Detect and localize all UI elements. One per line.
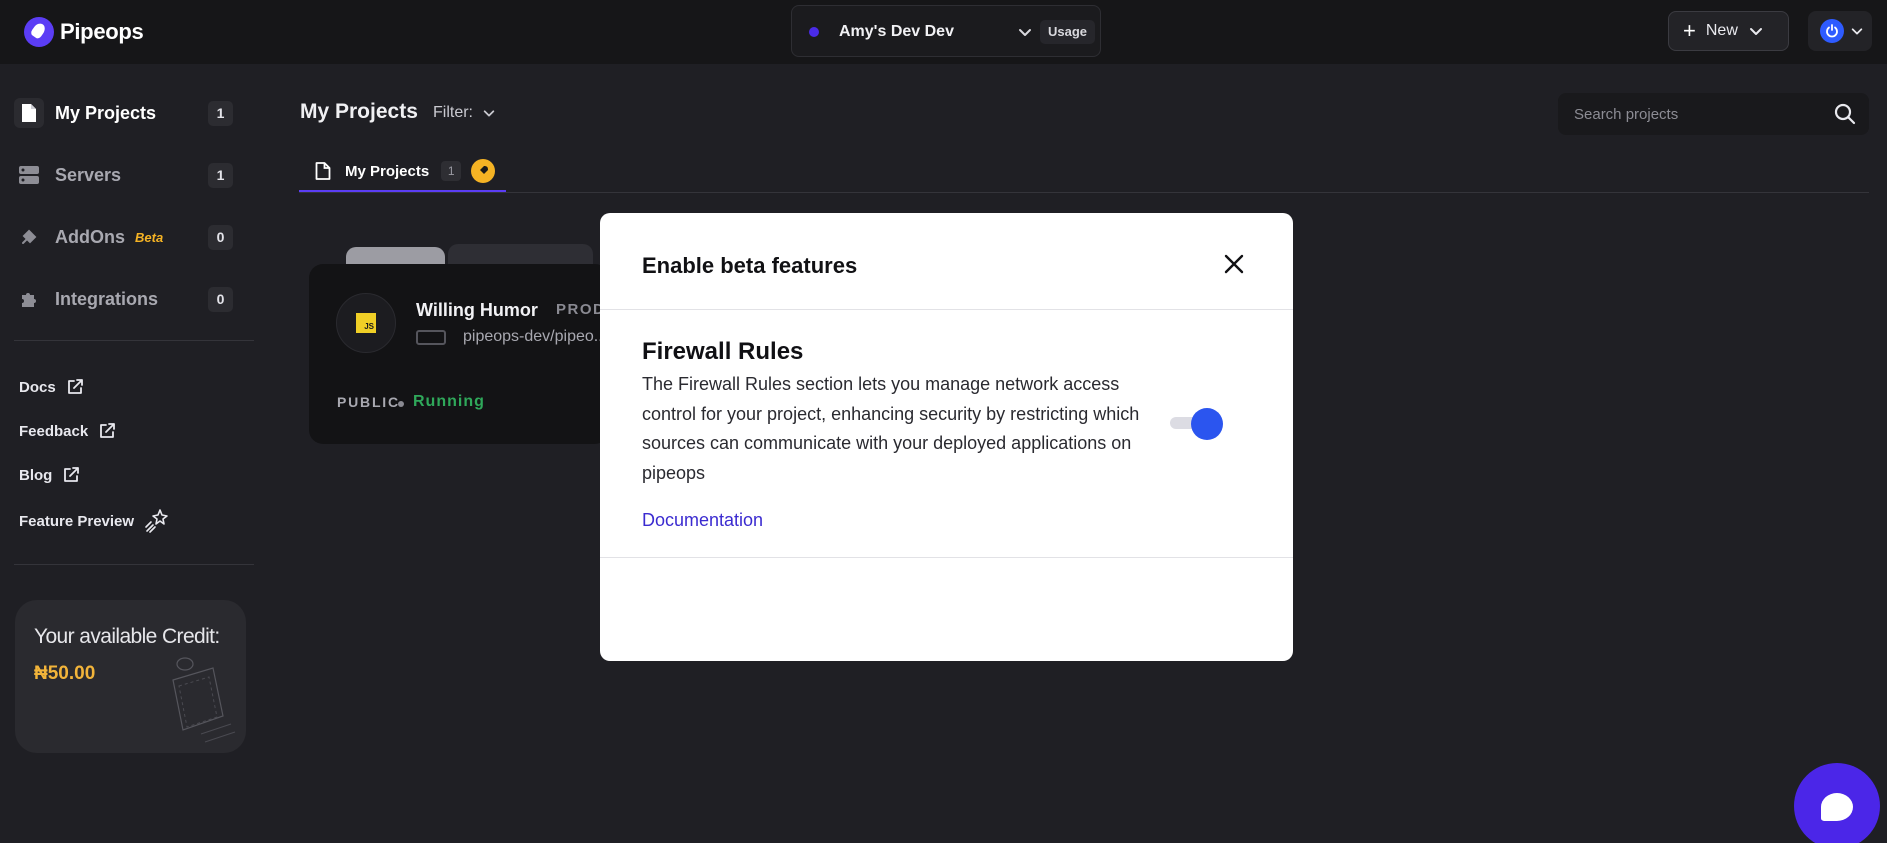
separator-dot bbox=[398, 401, 404, 407]
app-name: Pipeops bbox=[60, 19, 144, 44]
sidebar-item-count: 0 bbox=[208, 225, 233, 250]
external-link-icon bbox=[100, 423, 116, 438]
new-button-label: New bbox=[1705, 22, 1738, 39]
chevron-down-icon bbox=[1851, 28, 1863, 35]
project-status: Running bbox=[413, 393, 485, 410]
project-repo: pipeops-dev/pipeo... bbox=[463, 328, 608, 345]
credit-card: Your available Credit: ₦50.00 bbox=[15, 600, 246, 753]
sparkle-rocket-icon bbox=[145, 509, 168, 533]
sidebar-item-count: 1 bbox=[208, 101, 233, 126]
sidebar-item-label: AddOns bbox=[55, 226, 125, 247]
project-card[interactable]: JS Willing Humor PROD pipeops-dev/pipeo.… bbox=[309, 264, 609, 444]
workspace-name: Amy's Dev Dev bbox=[839, 23, 954, 40]
credit-value: ₦50.00 bbox=[34, 663, 96, 684]
sidebar-item-integrations[interactable]: Integrations 0 bbox=[14, 279, 239, 319]
tab-count: 1 bbox=[441, 161, 462, 181]
sidebar-link-label: Blog bbox=[19, 466, 53, 484]
sidebar-item-addons[interactable]: AddOns Beta 0 bbox=[14, 217, 239, 257]
sidebar-link-label: Docs bbox=[19, 378, 56, 396]
sidebar-link-feature-preview[interactable]: Feature Preview bbox=[19, 509, 170, 533]
sidebar-link-label: Feature Preview bbox=[19, 512, 135, 530]
repository-icon bbox=[416, 330, 446, 345]
feature-description: The Firewall Rules section lets you mana… bbox=[642, 374, 1140, 483]
server-icon bbox=[14, 160, 44, 190]
puzzle-icon bbox=[14, 284, 44, 314]
chevron-down-icon bbox=[483, 110, 495, 117]
power-icon bbox=[1820, 19, 1844, 43]
top-bar: Pipeops Amy's Dev Dev Usage + New bbox=[0, 0, 1887, 64]
tab-label: My Projects bbox=[345, 162, 430, 180]
sidebar-item-my-projects[interactable]: My Projects 1 bbox=[14, 93, 239, 133]
firewall-rules-toggle[interactable] bbox=[1170, 406, 1224, 440]
profile-menu-button[interactable] bbox=[1808, 11, 1872, 51]
tab-my-projects[interactable]: My Projects 1 bbox=[299, 152, 506, 193]
sidebar-item-count: 1 bbox=[208, 163, 233, 188]
javascript-icon: JS bbox=[356, 313, 376, 333]
chevron-down-icon bbox=[1749, 28, 1762, 35]
sidebar-item-label: Integrations bbox=[55, 288, 159, 309]
new-button[interactable]: + New bbox=[1668, 11, 1789, 51]
file-icon bbox=[14, 98, 44, 128]
beta-badge: Beta bbox=[135, 229, 164, 245]
chat-support-button[interactable] bbox=[1794, 763, 1880, 843]
project-name: Willing Humor bbox=[416, 300, 538, 320]
plus-icon: + bbox=[1683, 18, 1696, 43]
project-avatar: JS bbox=[336, 293, 396, 353]
wallet-illustration-icon bbox=[172, 657, 236, 743]
sidebar-item-label: Servers bbox=[55, 164, 122, 185]
modal-title: Enable beta features bbox=[642, 253, 858, 278]
close-button[interactable] bbox=[1218, 248, 1250, 280]
sidebar-divider bbox=[14, 564, 254, 565]
filter-dropdown[interactable]: Filter: bbox=[433, 104, 496, 122]
page-title: My Projects bbox=[300, 100, 418, 123]
external-link-icon bbox=[64, 467, 80, 482]
close-icon bbox=[1224, 254, 1244, 274]
filter-label: Filter: bbox=[433, 104, 473, 121]
feature-title: Firewall Rules bbox=[642, 338, 804, 365]
sidebar-link-feedback[interactable]: Feedback bbox=[19, 420, 116, 442]
project-visibility: PUBLIC bbox=[337, 394, 400, 410]
file-icon bbox=[315, 162, 331, 180]
sidebar-divider bbox=[14, 340, 254, 341]
workspace-status-dot bbox=[809, 27, 819, 37]
external-link-icon bbox=[67, 379, 83, 394]
search-icon[interactable] bbox=[1834, 103, 1856, 125]
project-env-badge: PROD bbox=[556, 301, 606, 318]
documentation-link[interactable]: Documentation bbox=[642, 510, 763, 531]
workspace-switcher[interactable]: Amy's Dev Dev Usage bbox=[791, 5, 1101, 57]
modal-divider bbox=[600, 557, 1293, 558]
chat-bubble-icon bbox=[1821, 793, 1853, 821]
sidebar-link-docs[interactable]: Docs bbox=[19, 376, 84, 398]
sidebar-item-servers[interactable]: Servers 1 bbox=[14, 155, 239, 195]
toggle-knob bbox=[1191, 408, 1223, 440]
credit-title: Your available Credit: bbox=[34, 625, 220, 648]
sidebar-link-blog[interactable]: Blog bbox=[19, 464, 80, 486]
sidebar-item-label: My Projects bbox=[55, 102, 157, 123]
rocket-badge-icon bbox=[471, 159, 496, 183]
beta-features-modal: Enable beta features Firewall Rules The … bbox=[600, 213, 1293, 661]
rocket-logo-icon bbox=[24, 17, 54, 47]
modal-divider bbox=[600, 309, 1293, 310]
search-input[interactable] bbox=[1558, 93, 1869, 135]
tab-divider bbox=[299, 192, 1869, 193]
sidebar-link-label: Feedback bbox=[19, 422, 89, 440]
usage-button[interactable]: Usage bbox=[1040, 20, 1096, 44]
app-logo[interactable]: Pipeops bbox=[24, 16, 144, 48]
plug-icon bbox=[14, 222, 44, 252]
chevron-down-icon[interactable] bbox=[1017, 24, 1033, 40]
sidebar-item-count: 0 bbox=[208, 287, 233, 312]
